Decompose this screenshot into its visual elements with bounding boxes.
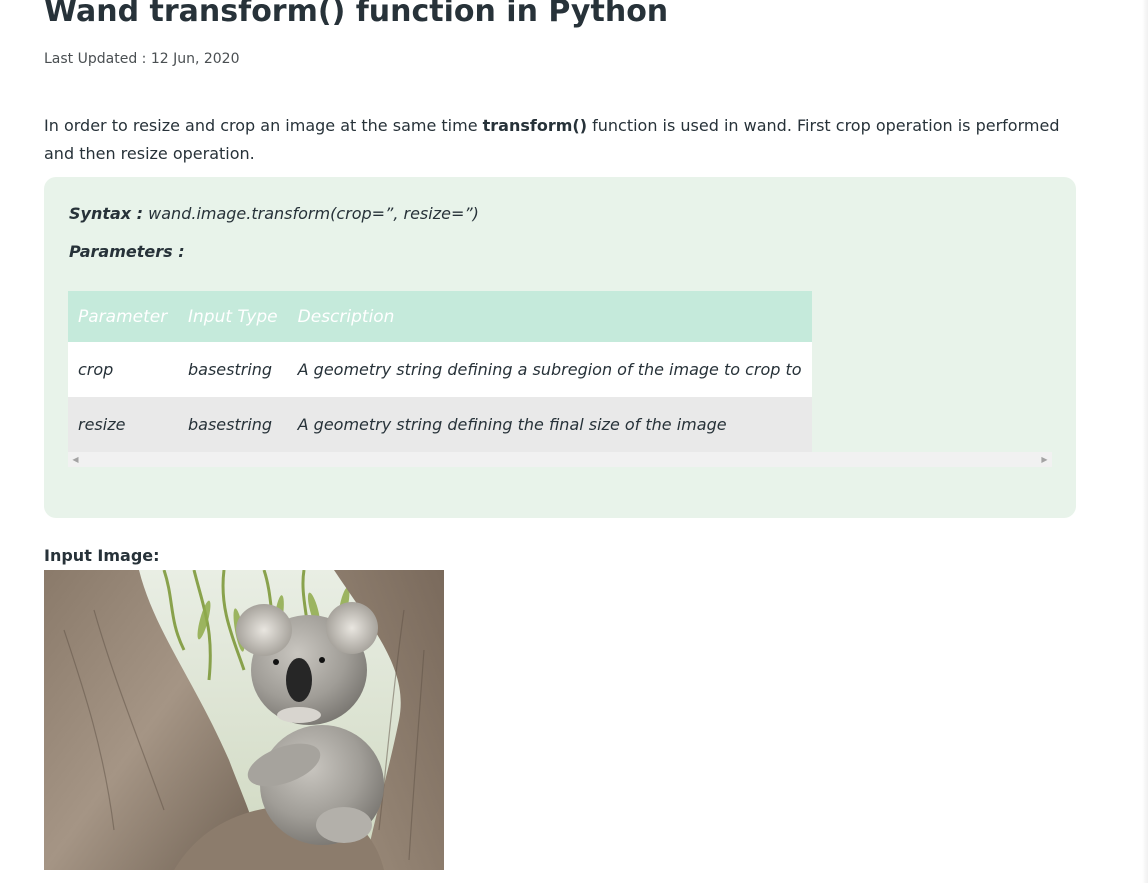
triangle-right-icon[interactable]: ▶ bbox=[1037, 452, 1052, 467]
parameters-table-container[interactable]: Parameter Input Type Description crop ba… bbox=[68, 291, 1052, 467]
koala-image bbox=[44, 570, 444, 870]
cell-description: A geometry string defining the final siz… bbox=[297, 415, 727, 434]
syntax-line: Syntax : wand.image.transform(crop=”, re… bbox=[69, 204, 479, 223]
input-image-label: Input Image: bbox=[44, 546, 160, 565]
parameters-heading: Parameters : bbox=[69, 242, 185, 261]
cell-input-type: basestring bbox=[188, 360, 273, 379]
triangle-left-icon[interactable]: ◀ bbox=[68, 452, 83, 467]
intro-paragraph: In order to resize and crop an image at … bbox=[44, 112, 1084, 168]
header-input-type: Input Type bbox=[188, 306, 278, 327]
table-row: crop basestring A geometry string defini… bbox=[68, 342, 812, 397]
parameters-table: Parameter Input Type Description crop ba… bbox=[68, 291, 812, 452]
syntax-label: Syntax : bbox=[69, 204, 144, 223]
syntax-signature: wand.image.transform(crop=”, resize=”) bbox=[143, 204, 479, 223]
page-edge-shadow bbox=[1142, 0, 1148, 883]
header-parameter: Parameter bbox=[78, 306, 168, 327]
cell-input-type: basestring bbox=[188, 415, 273, 434]
syntax-box: Syntax : wand.image.transform(crop=”, re… bbox=[44, 177, 1076, 518]
article-title: Wand transform() function in Python bbox=[44, 0, 669, 29]
header-description: Description bbox=[297, 306, 395, 327]
intro-text-start: In order to resize and crop an image at … bbox=[44, 116, 483, 135]
intro-function-name: transform() bbox=[482, 116, 588, 135]
last-updated-date: Last Updated : 12 Jun, 2020 bbox=[44, 51, 240, 67]
cell-parameter: crop bbox=[78, 360, 114, 379]
horizontal-scrollbar[interactable]: ◀ ▶ bbox=[68, 452, 1052, 467]
cell-description: A geometry string defining a subregion o… bbox=[297, 360, 802, 379]
table-header-row: Parameter Input Type Description bbox=[68, 291, 812, 342]
cell-parameter: resize bbox=[78, 415, 126, 434]
table-row: resize basestring A geometry string defi… bbox=[68, 397, 812, 452]
